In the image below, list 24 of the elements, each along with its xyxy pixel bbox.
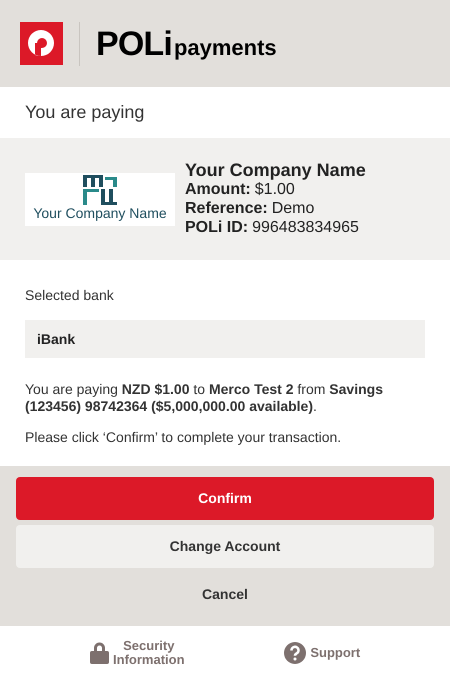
merchant-logo-text: Your Company Name [33, 205, 167, 223]
company-mark-icon [83, 175, 117, 206]
detail-value: Demo [272, 199, 314, 218]
selected-bank-field[interactable]: iBank [25, 320, 425, 358]
change-account-button[interactable]: Change Account [16, 525, 434, 568]
confirm-button[interactable]: Confirm [16, 477, 434, 520]
merchant-name: Your Company Name [185, 161, 366, 180]
post-logo-icon [20, 22, 63, 65]
field-label: Selected bank [25, 286, 115, 305]
brand-logo-subtext: payments [174, 36, 277, 58]
detail-value: 996483834965 [252, 218, 359, 237]
detail-value: $1.00 [254, 180, 295, 199]
brand-logo-text: POLi [96, 26, 172, 60]
section-title: You are paying [25, 101, 144, 124]
instruction-text: Please click ‘Confirm’ to complete your transaction. [25, 428, 342, 447]
lock-icon [90, 641, 109, 664]
security-info-link[interactable]: Security Information [90, 638, 185, 666]
detail-label: Reference: [185, 199, 268, 218]
payment-summary: You are paying NZD $1.00 to Merco Test 2 from Savings (123456) 98742364 ($5,000,000.00 available). [25, 381, 384, 415]
support-link[interactable]: Support [284, 642, 360, 664]
help-icon [284, 642, 306, 664]
cancel-button[interactable]: Cancel [16, 573, 434, 616]
detail-label: Amount: [185, 180, 251, 199]
detail-label: POLi ID: [185, 218, 248, 237]
